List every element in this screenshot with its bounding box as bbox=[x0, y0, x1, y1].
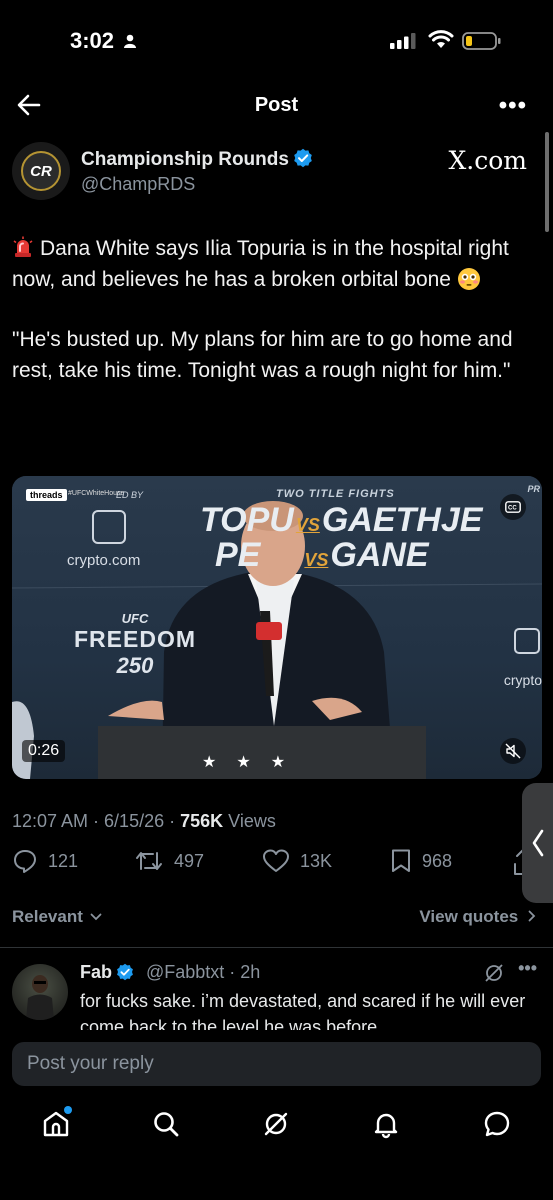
reply-avatar[interactable] bbox=[12, 964, 68, 1020]
repost-button[interactable]: 497 bbox=[134, 848, 204, 874]
closed-captions-icon[interactable]: CC bbox=[500, 494, 526, 520]
video-duration: 0:26 bbox=[22, 740, 66, 762]
battery-icon bbox=[462, 32, 502, 55]
source-label: X.com bbox=[448, 146, 527, 175]
chevron-down-icon bbox=[90, 913, 102, 921]
reply-more-icon[interactable]: ••• bbox=[518, 958, 537, 979]
tab-messages[interactable] bbox=[481, 1108, 513, 1140]
bookmark-icon bbox=[392, 849, 410, 872]
event-logo-number: 250 bbox=[116, 653, 154, 678]
reply-compose-placeholder: Post your reply bbox=[27, 1053, 154, 1074]
divider bbox=[0, 947, 553, 948]
reply-compose-input[interactable]: Post your reply bbox=[12, 1042, 541, 1086]
tab-search[interactable] bbox=[150, 1108, 182, 1140]
reply-text: for fucks sake. i’m devastated, and scar… bbox=[80, 991, 526, 1030]
avatar-logo: CR bbox=[21, 151, 61, 191]
chevron-left-icon bbox=[532, 829, 543, 857]
banner-pr-text: PR bbox=[527, 484, 540, 494]
post-author: CR Championship Rounds @ChampRDS X.com bbox=[0, 140, 553, 200]
reply-sort-label: Relevant bbox=[12, 907, 83, 926]
views-count: 756K bbox=[180, 811, 224, 831]
like-button[interactable]: 13K bbox=[262, 848, 332, 874]
search-icon bbox=[154, 1112, 179, 1137]
crypto-logo-icon bbox=[92, 510, 126, 544]
reply-author-name-text: Fab bbox=[80, 962, 113, 982]
sponsor-text-right: crypto bbox=[503, 672, 542, 688]
author-avatar[interactable]: CR bbox=[12, 142, 70, 200]
reply-button[interactable]: 121 bbox=[12, 848, 78, 874]
event-logo: UFC FREEDOM 250 bbox=[74, 611, 196, 679]
status-bar: 3:02 bbox=[0, 0, 553, 80]
side-panel-handle[interactable] bbox=[522, 783, 553, 903]
verified-badge-icon bbox=[116, 963, 134, 986]
banner-text-by: ED BY bbox=[116, 490, 144, 500]
post-video[interactable]: threads #UFCWhiteHouse ED BY TWO TITLE F… bbox=[12, 476, 542, 779]
banner-title-fights: TWO TITLE FIGHTS bbox=[276, 488, 395, 500]
reply-item[interactable]: Fab @Fabbtxt · 2h ••• for fucks sake. i’… bbox=[0, 950, 553, 1030]
post-paragraph-2: "He's busted up. My plans for him are to… bbox=[12, 328, 513, 382]
reply-icon bbox=[14, 850, 36, 873]
threads-watermark: threads bbox=[26, 489, 67, 501]
status-time: 3:02 bbox=[70, 28, 115, 53]
bookmark-count: 968 bbox=[422, 850, 453, 871]
wifi-icon bbox=[428, 30, 454, 55]
notification-dot bbox=[64, 1106, 72, 1114]
tab-grok[interactable] bbox=[260, 1108, 292, 1140]
fight1-right-name: GAETHJE bbox=[321, 501, 483, 539]
repost-count: 497 bbox=[174, 850, 205, 871]
repost-icon bbox=[136, 852, 162, 870]
post-paragraph-1-text: Dana White says Ilia Topuria is in the h… bbox=[12, 237, 509, 291]
bookmark-button[interactable]: 968 bbox=[390, 848, 452, 874]
like-count: 13K bbox=[300, 850, 333, 871]
sponsor-text: crypto.com bbox=[67, 552, 141, 569]
bell-icon bbox=[374, 1113, 398, 1139]
fight2-right-name: GANE bbox=[330, 536, 429, 574]
fight2-left-name: PE bbox=[215, 536, 261, 574]
vs-label-2: VS bbox=[304, 550, 329, 570]
banner-fight-1: TOPU VSGAETHJE bbox=[200, 501, 482, 540]
reply-handle-time: @Fabbtxt · 2h bbox=[146, 962, 261, 982]
event-logo-small: UFC bbox=[121, 611, 149, 626]
page-title: Post bbox=[254, 94, 299, 116]
banner-fight-2: PE VSGANE bbox=[215, 536, 429, 575]
heart-icon bbox=[263, 849, 289, 872]
reply-author-name[interactable]: Fab bbox=[80, 962, 134, 986]
bottom-tab-bar bbox=[0, 1090, 553, 1200]
view-quotes-link[interactable]: View quotes bbox=[419, 907, 537, 927]
person-icon bbox=[124, 34, 136, 53]
post-timestamp[interactable]: 12:07 AM · 6/15/26 · bbox=[12, 811, 180, 831]
reply-sort-dropdown[interactable]: Relevant bbox=[12, 907, 102, 927]
vs-label: VS bbox=[295, 515, 320, 535]
svg-text:CC: CC bbox=[508, 506, 517, 512]
post-actions: 121 497 13K 968 bbox=[0, 848, 553, 880]
post-paragraph-1: Dana White says Ilia Topuria is in the h… bbox=[12, 234, 542, 295]
flushed-face-emoji-icon bbox=[457, 267, 481, 291]
cellular-signal-icon bbox=[390, 33, 416, 54]
tab-notifications[interactable] bbox=[370, 1108, 402, 1140]
chevron-right-icon bbox=[528, 910, 536, 922]
grok-icon[interactable] bbox=[483, 962, 505, 989]
muted-speaker-icon[interactable] bbox=[500, 738, 526, 764]
author-handle[interactable]: @ChampRDS bbox=[81, 174, 195, 195]
author-display-name[interactable]: Championship Rounds bbox=[81, 148, 313, 174]
view-quotes-label: View quotes bbox=[419, 907, 519, 926]
scrollbar[interactable] bbox=[545, 132, 549, 232]
post-metadata: 12:07 AM · 6/15/26 · 756K Views bbox=[12, 811, 276, 832]
podium-stars: ★★★ bbox=[202, 754, 306, 771]
more-options-icon[interactable]: ••• bbox=[499, 92, 527, 120]
author-name-text: Championship Rounds bbox=[81, 149, 289, 170]
crypto-logo-right-icon bbox=[514, 628, 540, 654]
siren-emoji-icon bbox=[12, 236, 34, 258]
tab-home[interactable] bbox=[40, 1106, 72, 1140]
chat-bubble-icon bbox=[484, 1111, 510, 1137]
reply-count: 121 bbox=[48, 850, 79, 871]
post-text: Dana White says Ilia Topuria is in the h… bbox=[12, 234, 542, 416]
fight1-left-name: TOPU bbox=[200, 501, 294, 539]
grok-icon bbox=[264, 1112, 288, 1136]
top-nav: Post ••• bbox=[0, 84, 553, 128]
event-logo-title: FREEDOM bbox=[74, 626, 196, 652]
verified-badge-icon bbox=[293, 148, 313, 174]
views-label: Views bbox=[223, 811, 276, 831]
